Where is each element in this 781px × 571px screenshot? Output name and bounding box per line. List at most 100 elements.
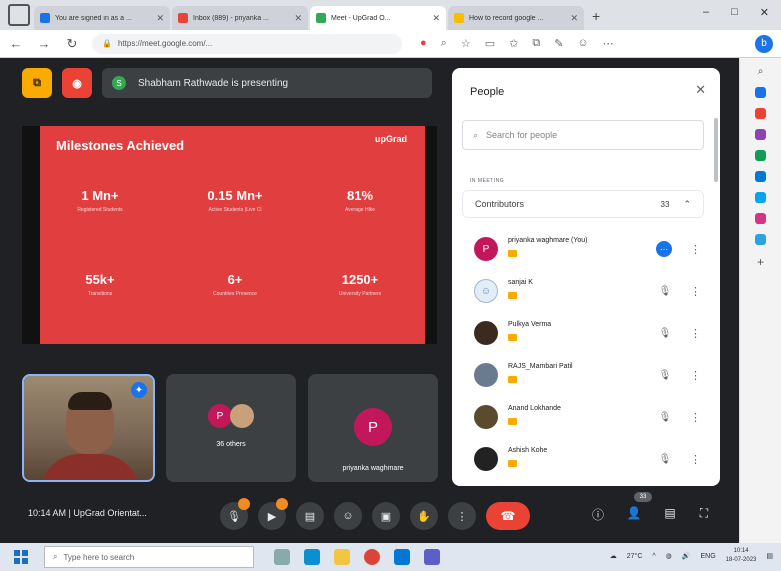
more-options-icon[interactable]: ⋮ xyxy=(690,369,701,382)
info-icon[interactable]: ⓘ xyxy=(588,506,608,523)
participant-row[interactable]: ☺ sanjai K 🎙 ⋮ xyxy=(462,270,710,312)
collections-icon[interactable]: ⧉ xyxy=(532,37,540,50)
presentation-stage: Milestones Achieved upGrad 1 Mn+ Registe… xyxy=(22,126,437,344)
tab-label: Inbox (889) - priyanka ... xyxy=(193,14,269,22)
telegram-icon[interactable] xyxy=(755,234,766,245)
chevron-up-icon[interactable]: ⌃ xyxy=(683,199,691,210)
search-icon: ⌕ xyxy=(53,552,58,561)
more-options-icon[interactable]: ⋮ xyxy=(690,453,701,466)
contributor-badge-icon xyxy=(508,333,517,341)
participant-row[interactable]: Pulkya Verma 🎙 ⋮ xyxy=(462,312,710,354)
tab-close-icon[interactable]: ✕ xyxy=(432,13,440,24)
self-video-tile[interactable]: ✦ xyxy=(22,374,155,482)
end-call-button[interactable]: ☎ xyxy=(486,502,530,530)
search-people-input[interactable]: ⌕ Search for people xyxy=(462,120,704,150)
mail-icon[interactable] xyxy=(394,549,410,565)
meet-controls-bar: 10:14 AM | UpGrad Orientat... 🎙 ▶ ▤ ☺ ▣ … xyxy=(0,492,739,540)
tab-favicon-icon xyxy=(316,13,326,23)
bing-icon[interactable]: b xyxy=(755,34,773,53)
chrome-icon[interactable] xyxy=(364,549,380,565)
window-menu-icon[interactable] xyxy=(8,4,30,26)
shopping-icon[interactable] xyxy=(755,87,766,98)
presenting-banner[interactable]: S Shabham Rathwade is presenting xyxy=(102,68,432,98)
captions-button[interactable]: ▤ xyxy=(296,502,324,530)
weather-icon[interactable]: ☁ xyxy=(610,552,617,560)
participant-row[interactable]: RAJS_Mambari Patil 🎙 ⋮ xyxy=(462,354,710,396)
more-options-icon[interactable]: ⋮ xyxy=(690,327,701,340)
browser-tab[interactable]: How to record google ... ✕ xyxy=(448,6,584,30)
activities-icon[interactable]: ⛶ xyxy=(694,506,714,521)
volume-icon[interactable]: 🔊 xyxy=(682,552,691,560)
profile-icon[interactable]: ☺ xyxy=(577,37,588,50)
language-indicator[interactable]: ENG xyxy=(701,553,716,560)
start-button[interactable] xyxy=(14,550,28,564)
tray-overflow-icon[interactable]: ^ xyxy=(652,553,655,560)
others-tile[interactable]: P 36 others xyxy=(166,374,296,482)
clock[interactable]: 10:14 18-07-2023 xyxy=(726,547,757,565)
camera-button[interactable]: ▶ xyxy=(258,498,288,530)
search-icon[interactable]: ⌕ xyxy=(758,66,764,77)
url-field[interactable]: 🔒 https://meet.google.com/... xyxy=(92,33,402,54)
new-tab-button[interactable]: + xyxy=(592,8,600,24)
stat-value: 55k+ xyxy=(85,272,115,287)
refresh-button[interactable]: ↻ xyxy=(64,36,80,52)
browser-tab-active[interactable]: Meet - UpGrad O... ✕ xyxy=(310,6,446,30)
people-count-badge: 33 xyxy=(634,492,652,502)
split-screen-icon[interactable]: ▭ xyxy=(485,37,495,50)
participant-tile[interactable]: P priyanka waghmare xyxy=(308,374,438,482)
browser-tab[interactable]: You are signed in as a ... ✕ xyxy=(34,6,170,30)
more-options-icon[interactable]: ⋮ xyxy=(690,285,701,298)
present-button[interactable]: ▣ xyxy=(372,502,400,530)
participant-name: sanjai K xyxy=(508,278,533,286)
panel-scrollbar[interactable] xyxy=(714,118,718,182)
emoji-button[interactable]: ☺ xyxy=(334,502,362,530)
network-icon[interactable]: ◍ xyxy=(666,552,672,560)
extension-icon[interactable]: ✎ xyxy=(554,37,563,50)
notification-icon[interactable]: ▤ xyxy=(766,552,773,560)
tab-close-icon[interactable]: ✕ xyxy=(156,13,164,24)
forward-button[interactable]: → xyxy=(36,36,52,51)
file-explorer-icon[interactable] xyxy=(334,549,350,565)
participant-avatar: P xyxy=(474,237,498,261)
designer-icon[interactable] xyxy=(755,213,766,224)
more-menu-icon[interactable]: ⋯ xyxy=(603,37,614,50)
participant-row[interactable]: Anand Lokhande 🎙 ⋮ xyxy=(462,396,710,438)
drop-icon[interactable] xyxy=(755,192,766,203)
office-icon[interactable] xyxy=(755,150,766,161)
chat-icon[interactable]: ▤ xyxy=(660,506,680,520)
participant-row[interactable]: Ashish Kohe 🎙 ⋮ xyxy=(462,438,710,480)
stat-label: Average Hike xyxy=(345,207,375,213)
back-button[interactable]: ← xyxy=(8,36,24,51)
contributors-group[interactable]: Contributors 33 ⌃ xyxy=(462,190,704,218)
camera-permission-icon[interactable]: ● xyxy=(420,37,427,50)
raise-hand-button[interactable]: ✋ xyxy=(410,502,438,530)
taskbar-search-input[interactable]: ⌕ Type here to search xyxy=(44,546,254,568)
tab-close-icon[interactable]: ✕ xyxy=(294,13,302,24)
favorites-icon[interactable]: ✩ xyxy=(509,37,518,50)
close-icon[interactable]: ✕ xyxy=(695,82,706,98)
tab-close-icon[interactable]: ✕ xyxy=(570,13,578,24)
pin-icon[interactable]: ✦ xyxy=(131,382,147,398)
close-window-button[interactable]: ✕ xyxy=(760,6,769,19)
recording-icon[interactable]: ◉ xyxy=(62,68,92,98)
edge-icon[interactable] xyxy=(304,549,320,565)
more-options-icon[interactable]: ⋮ xyxy=(690,411,701,424)
slide-stat: 1250+ University Partners xyxy=(300,272,420,297)
task-view-icon[interactable] xyxy=(274,549,290,565)
more-options-button[interactable]: ⋮ xyxy=(448,502,476,530)
mic-button[interactable]: 🎙 xyxy=(220,498,250,530)
people-icon[interactable]: 👤 xyxy=(624,506,644,520)
browser-tab[interactable]: Inbox (889) - priyanka ... ✕ xyxy=(172,6,308,30)
add-icon[interactable]: + xyxy=(757,255,764,269)
games-icon[interactable] xyxy=(755,129,766,140)
zoom-icon[interactable]: ⌕ xyxy=(441,37,447,50)
maximize-button[interactable]: □ xyxy=(731,6,738,19)
minimize-button[interactable]: – xyxy=(703,6,709,19)
favorite-star-icon[interactable]: ☆ xyxy=(461,37,471,50)
tools-icon[interactable] xyxy=(755,108,766,119)
participant-row[interactable]: P priyanka waghmare (You) ⋯ ⋮ xyxy=(462,228,710,270)
more-options-icon[interactable]: ⋮ xyxy=(690,243,701,256)
store-icon[interactable] xyxy=(424,549,440,565)
participant-name: Anand Lokhande xyxy=(508,404,561,412)
outlook-icon[interactable] xyxy=(755,171,766,182)
